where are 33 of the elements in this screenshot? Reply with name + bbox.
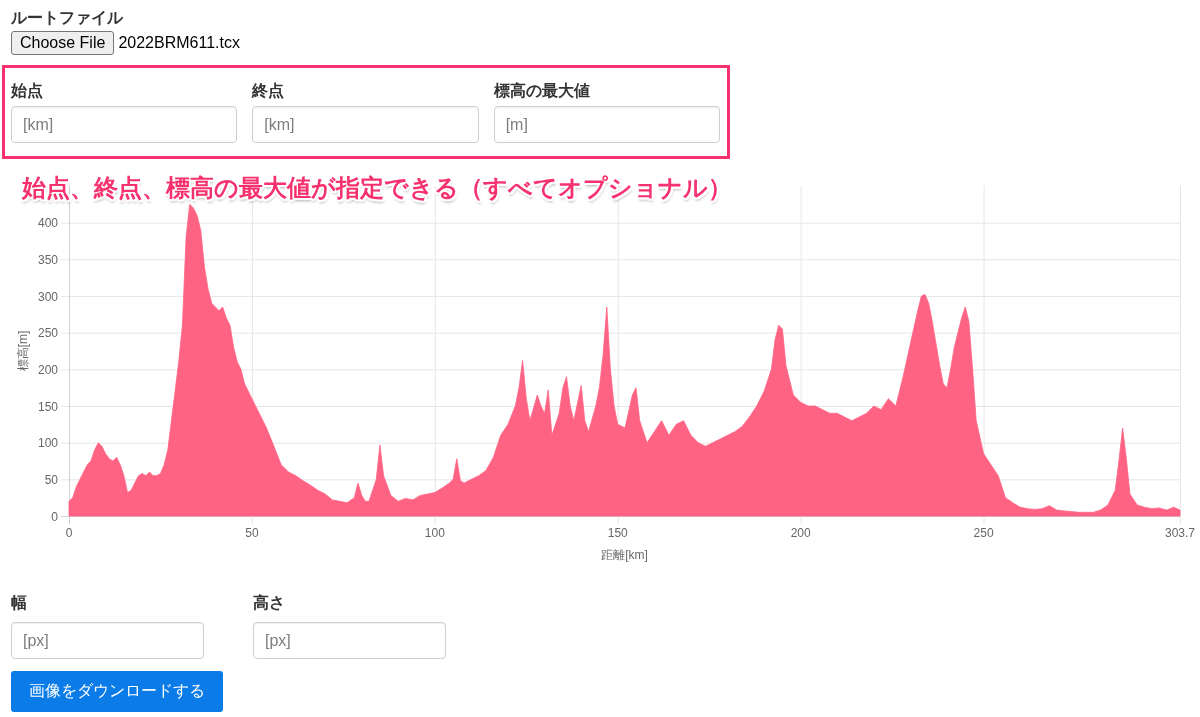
- axis-tick-label: 303.7: [1165, 526, 1195, 540]
- choose-file-button[interactable]: Choose File: [11, 31, 115, 55]
- axis-tick-label: 250: [37, 326, 58, 341]
- axis-tick-label: 400: [37, 216, 58, 231]
- axis-tick-label: 0: [51, 509, 58, 524]
- axis-tick-label: 250: [973, 526, 994, 540]
- field-label: ルートファイル: [11, 8, 123, 28]
- axis-tick-label: 50: [44, 472, 58, 487]
- input-field[interactable]: [px]: [253, 622, 446, 659]
- axis-tick-label: 100: [424, 526, 445, 540]
- axis-tick-label: 300: [37, 289, 58, 304]
- field-label: 高さ: [253, 593, 285, 613]
- axis-tick-label: 350: [37, 252, 58, 267]
- axis-title: 標高[m]: [16, 330, 30, 372]
- field-label: 幅: [11, 593, 27, 613]
- axis-tick-label: 200: [37, 362, 58, 377]
- annotation-text: 始点、終点、標高の最大値が指定できる（すべてオプショナル）: [22, 175, 732, 201]
- axis-tick-label: 200: [790, 526, 811, 540]
- axis-tick-label: 150: [37, 399, 58, 414]
- field-label: 始点: [11, 81, 43, 101]
- input-field[interactable]: [km]: [11, 106, 238, 143]
- axis-tick-label: 0: [65, 526, 73, 540]
- input-field[interactable]: [m]: [493, 106, 720, 143]
- download-button[interactable]: 画像をダウンロードする: [11, 671, 223, 712]
- axis-tick-label: 150: [607, 526, 628, 540]
- axis-tick-label: 50: [245, 526, 259, 540]
- field-label: 標高の最大値: [493, 81, 590, 101]
- axis-tick-label: 100: [37, 436, 58, 451]
- file-name: 2022BRM611.tcx: [118, 34, 240, 52]
- field-label: 終点: [252, 81, 285, 101]
- input-field[interactable]: [px]: [11, 622, 204, 659]
- input-field[interactable]: [km]: [252, 106, 479, 143]
- axis-title: 距離[km]: [601, 548, 648, 562]
